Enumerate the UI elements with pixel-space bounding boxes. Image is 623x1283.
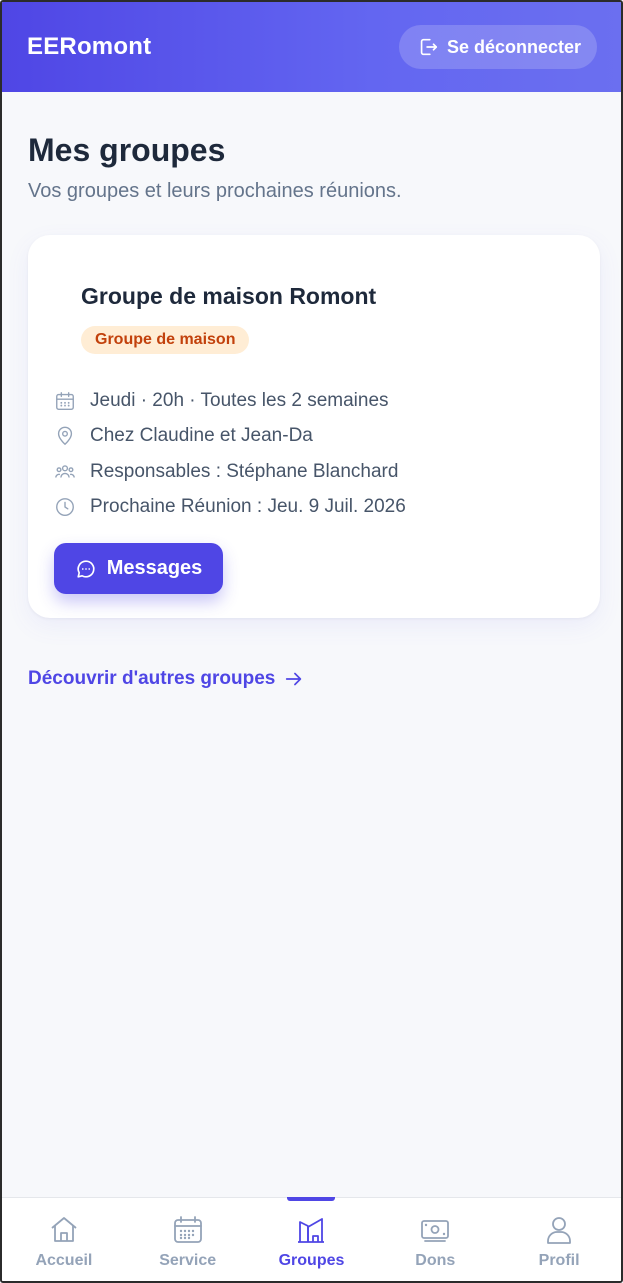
group-type-badge: Groupe de maison	[81, 326, 250, 354]
location-text: Chez Claudine et Jean-Da	[90, 425, 313, 446]
discover-label: Découvrir d'autres groupes	[28, 668, 276, 689]
group-title: Groupe de maison Romont	[81, 283, 377, 309]
top-header: EERomont Se déconnecter	[2, 2, 621, 92]
nav-item-accueil[interactable]: Accueil	[2, 1198, 126, 1281]
map-pin-icon	[57, 426, 73, 446]
logout-label: Se déconnecter	[446, 36, 581, 57]
calendar-icon	[56, 392, 74, 410]
chat-bubble-icon	[77, 559, 95, 578]
leaders-text: Responsables : Stéphane Blanchard	[90, 461, 399, 482]
nav-item-groupes[interactable]: Groupes	[250, 1197, 374, 1281]
buildings-icon	[298, 1218, 325, 1243]
nav-item-dons[interactable]: Dons	[373, 1198, 497, 1281]
leaders-row: Responsables : Stéphane Blanchard	[54, 461, 398, 483]
arrow-right-icon	[286, 672, 302, 686]
nav-label-dons: Dons	[415, 1252, 456, 1269]
schedule-text: Jeudi · 20h · Toutes les 2 semaines	[90, 390, 389, 411]
messages-button[interactable]: Messages	[54, 543, 223, 594]
discover-groups-link[interactable]: Découvrir d'autres groupes	[28, 668, 305, 690]
calendar-icon	[173, 1216, 202, 1243]
page-title: Mes groupes	[28, 132, 226, 168]
banknote-icon	[421, 1220, 450, 1242]
active-tab-indicator	[287, 1197, 336, 1201]
app-frame: EERomont Se déconnecter Mes groupes Vos …	[0, 0, 623, 1283]
nav-label-accueil: Accueil	[35, 1252, 93, 1269]
nav-item-service[interactable]: Service	[126, 1198, 250, 1281]
location-row: Chez Claudine et Jean-Da	[54, 425, 313, 447]
page-subtitle: Vos groupes et leurs prochaines réunions…	[28, 180, 402, 202]
clock-icon	[56, 498, 74, 516]
next-meeting-row: Prochaine Réunion : Jeu. 9 Juil. 2026	[54, 496, 406, 518]
user-icon	[547, 1217, 571, 1244]
nav-label-service: Service	[159, 1252, 217, 1269]
next-meeting-text: Prochaine Réunion : Jeu. 9 Juil. 2026	[90, 496, 406, 517]
users-icon	[55, 465, 75, 478]
bottom-nav: Accueil Service Groupes Dons Profil	[2, 1197, 621, 1281]
schedule-row: Jeudi · 20h · Toutes les 2 semaines	[54, 390, 389, 412]
messages-label: Messages	[106, 557, 203, 579]
app-brand[interactable]: EERomont	[27, 33, 151, 61]
nav-label-groupes: Groupes	[278, 1252, 345, 1269]
logout-icon	[420, 38, 438, 56]
home-icon	[51, 1217, 77, 1242]
main-content: Mes groupes Vos groupes et leurs prochai…	[28, 130, 600, 689]
nav-label-profil: Profil	[538, 1252, 580, 1269]
group-card: Groupe de maison Romont Groupe de maison…	[28, 235, 600, 618]
logout-button[interactable]: Se déconnecter	[398, 25, 597, 69]
nav-item-profil[interactable]: Profil	[497, 1198, 621, 1281]
